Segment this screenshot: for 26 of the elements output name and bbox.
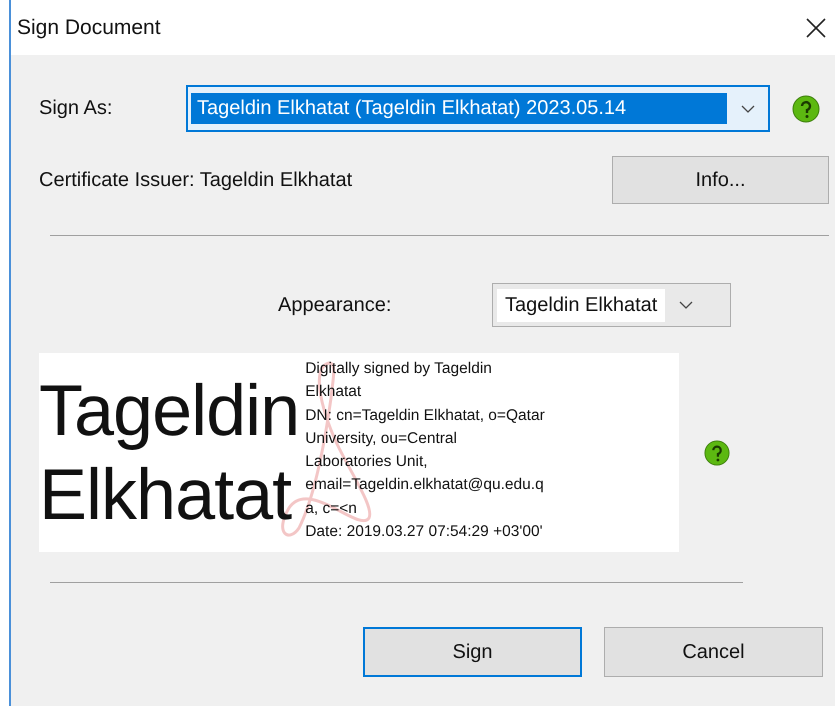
signature-detail-line: a, c=<n [305,498,358,519]
sign-button[interactable]: Sign [363,627,582,677]
appearance-dropdown[interactable]: Tageldin Elkhatat [492,283,731,327]
signature-detail-line: University, ou=Central [305,428,458,449]
signature-name: Elkhatat [39,454,293,536]
cancel-button[interactable]: Cancel [604,627,823,677]
sign-as-dropdown[interactable]: Tageldin Elkhatat (Tageldin Elkhatat) 2023.05.14 [186,85,770,132]
field-label: Sign As: [39,97,114,120]
signature-detail-line: DN: cn=Tageldin Elkhatat, o=Qatar [305,406,545,426]
signature-detail-line: Laboratories Unit, [305,452,429,472]
certificate-issuer-text: Certificate Issuer: Tageldin Elkhatat [39,168,352,192]
chevron-down-icon [741,104,755,112]
signature-detail-line: Digitally signed by Tageldin [305,359,493,379]
dropdown-value: Tageldin Elkhatat (Tageldin Elkhatat) 2023.05.14 [191,93,727,124]
close-icon[interactable] [805,16,827,38]
chevron-down-icon [679,301,694,309]
signature-name: Tageldin [39,370,300,452]
help-icon[interactable] [792,94,820,122]
info-button[interactable]: Info... [612,156,829,204]
signature-detail-line: Elkhatat [305,382,362,402]
signature-detail-line: Date: 2019.03.27 07:54:29 +03'00' [305,522,544,542]
field-label: Appearance: [278,294,392,316]
signature-detail-line: email=Tageldin.elkhatat@qu.edu.q [305,475,545,496]
help-icon[interactable] [704,440,730,466]
window-title: Sign Document [17,16,161,40]
dropdown-value: Tageldin Elkhatat [497,288,666,322]
